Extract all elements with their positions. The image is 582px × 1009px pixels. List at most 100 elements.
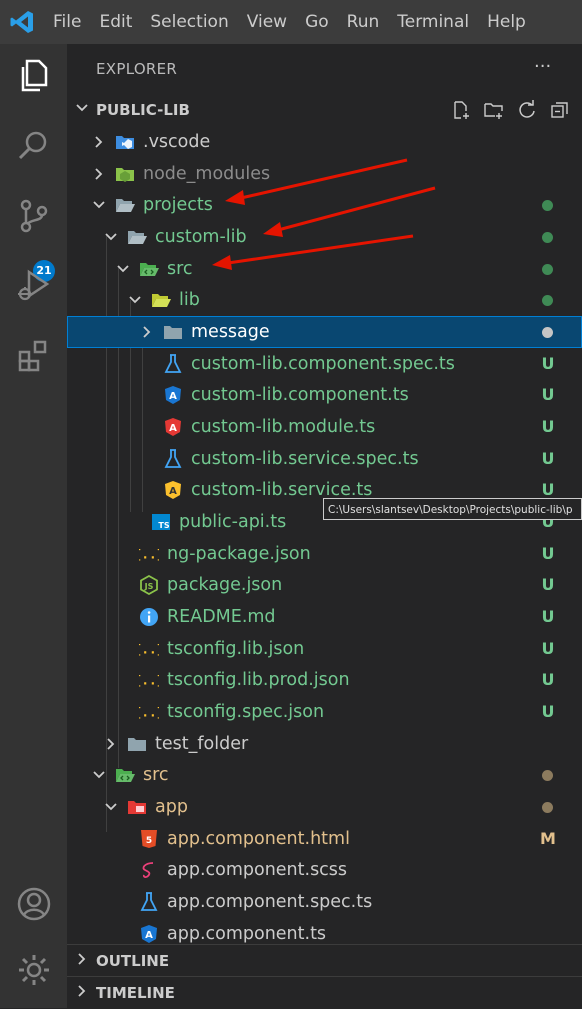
- folder-row[interactable]: projects: [67, 189, 582, 221]
- vscode-folder-icon: [115, 132, 135, 152]
- timeline-label: TIMELINE: [96, 984, 175, 1002]
- file-row[interactable]: README.md U: [67, 601, 582, 633]
- chevron-down-icon[interactable]: [103, 221, 119, 253]
- svg-text:A: A: [169, 423, 177, 434]
- gear-icon[interactable]: [0, 938, 67, 1002]
- account-icon[interactable]: [0, 872, 67, 936]
- path-tooltip: C:\Users\slantsev\Desktop\Projects\publi…: [323, 498, 582, 520]
- search-icon[interactable]: [0, 114, 67, 178]
- tree-item-label: custom-lib.service.spec.ts: [191, 448, 419, 469]
- timeline-panel-header[interactable]: TIMELINE: [67, 976, 582, 1009]
- tree-item-label: public-api.ts: [179, 512, 287, 533]
- folder-icon: [127, 734, 147, 754]
- menu-bar: File Edit Selection View Go Run Terminal…: [0, 0, 582, 44]
- extensions-icon[interactable]: [0, 324, 67, 388]
- tree-item-label: app.component.html: [167, 828, 350, 849]
- menu-terminal[interactable]: Terminal: [388, 0, 478, 44]
- menu-run[interactable]: Run: [338, 0, 389, 44]
- test-flask-icon: [139, 892, 159, 912]
- file-row[interactable]: custom-lib.component.spec.ts U: [67, 348, 582, 380]
- svg-text:{..}: {..}: [139, 641, 159, 656]
- chevron-right-icon[interactable]: [139, 316, 155, 348]
- chevron-right-icon[interactable]: [91, 126, 107, 158]
- chevron-down-icon[interactable]: [91, 189, 107, 221]
- file-row[interactable]: app.component.spec.ts: [67, 886, 582, 918]
- new-file-icon[interactable]: [449, 98, 473, 122]
- chevron-down-icon: [67, 101, 96, 119]
- folder-row[interactable]: lib: [67, 284, 582, 316]
- folder-row[interactable]: test_folder: [67, 728, 582, 760]
- file-row[interactable]: {..} tsconfig.spec.json U: [67, 696, 582, 728]
- chevron-down-icon[interactable]: [103, 791, 119, 823]
- angular-component-icon: A: [139, 924, 159, 944]
- tree-item-label: lib: [179, 290, 200, 311]
- folder-row[interactable]: .vscode: [67, 126, 582, 158]
- test-flask-icon: [163, 353, 183, 374]
- json-braces-icon: {..}: [139, 670, 159, 690]
- git-status-dot: [542, 200, 553, 212]
- git-status-dot: [542, 770, 553, 782]
- info-icon: [139, 607, 159, 627]
- collapse-all-icon[interactable]: [548, 98, 572, 122]
- chevron-right-icon[interactable]: [91, 158, 107, 190]
- menu-go[interactable]: Go: [296, 0, 338, 44]
- folder-row[interactable]: src: [67, 253, 582, 285]
- tree-item-label: projects: [143, 195, 213, 216]
- file-row[interactable]: {..} tsconfig.lib.prod.json U: [67, 664, 582, 696]
- explorer-title: EXPLORER: [96, 60, 178, 78]
- file-row[interactable]: 5 app.component.html M: [67, 823, 582, 855]
- chevron-right-icon[interactable]: [103, 728, 119, 760]
- folder-row[interactable]: app: [67, 791, 582, 823]
- svg-text:A: A: [145, 930, 153, 941]
- menu-selection[interactable]: Selection: [141, 0, 237, 44]
- git-modified-badge: M: [540, 828, 556, 848]
- folder-row[interactable]: custom-lib: [67, 221, 582, 253]
- json-braces-icon: {..}: [139, 702, 159, 722]
- file-row[interactable]: JS package.json U: [67, 569, 582, 601]
- menu-help[interactable]: Help: [478, 0, 535, 44]
- tree-item-label: app: [155, 797, 188, 818]
- folder-row[interactable]: message: [67, 316, 582, 349]
- file-row[interactable]: {..} tsconfig.lib.json U: [67, 633, 582, 665]
- folder-icon: [163, 322, 183, 342]
- svg-text:5: 5: [146, 836, 152, 846]
- run-debug-icon[interactable]: [0, 254, 67, 318]
- chevron-right-icon: [67, 952, 96, 970]
- more-actions-button[interactable]: ···: [534, 56, 551, 77]
- tree-item-label: tsconfig.lib.prod.json: [167, 670, 350, 691]
- file-row[interactable]: {..} ng-package.json U: [67, 538, 582, 570]
- tree-item-label: ng-package.json: [167, 543, 311, 564]
- menu-file[interactable]: File: [44, 0, 90, 44]
- git-untracked-badge: U: [541, 448, 555, 468]
- new-folder-icon[interactable]: [482, 98, 506, 122]
- folder-row[interactable]: node_modules: [67, 158, 582, 190]
- menu-edit[interactable]: Edit: [90, 0, 141, 44]
- angular-component-icon: A: [163, 385, 183, 405]
- workspace-header[interactable]: PUBLIC-LIB: [67, 94, 582, 126]
- svg-text:{..}: {..}: [139, 673, 159, 688]
- svg-text:TS: TS: [158, 521, 169, 530]
- chevron-down-icon[interactable]: [91, 759, 107, 791]
- git-status-dot: [542, 232, 553, 243]
- file-row[interactable]: Acustom-lib.module.ts U: [67, 411, 582, 443]
- menu-view[interactable]: View: [238, 0, 296, 44]
- file-row[interactable]: Acustom-lib.component.ts U: [67, 379, 582, 411]
- git-untracked-badge: U: [541, 638, 555, 658]
- source-control-icon[interactable]: [0, 184, 67, 248]
- tree-item-label: app.component.spec.ts: [167, 892, 373, 913]
- tree-item-label: custom-lib: [155, 227, 247, 247]
- folder-row[interactable]: src: [67, 759, 582, 791]
- file-row[interactable]: custom-lib.service.spec.ts U: [67, 443, 582, 475]
- folder-open-icon: [115, 195, 135, 215]
- chevron-down-icon[interactable]: [127, 284, 143, 316]
- file-row[interactable]: app.component.scss: [67, 854, 582, 886]
- vscode-logo-icon: [0, 0, 44, 44]
- files-icon[interactable]: [0, 44, 67, 108]
- outline-panel-header[interactable]: OUTLINE: [67, 944, 582, 977]
- git-untracked-badge: U: [541, 670, 555, 690]
- lib-folder-icon: [151, 290, 171, 310]
- refresh-icon[interactable]: [515, 98, 539, 122]
- svg-text:JS: JS: [144, 582, 154, 591]
- svg-text:{..}: {..}: [139, 705, 159, 720]
- chevron-down-icon[interactable]: [115, 253, 131, 285]
